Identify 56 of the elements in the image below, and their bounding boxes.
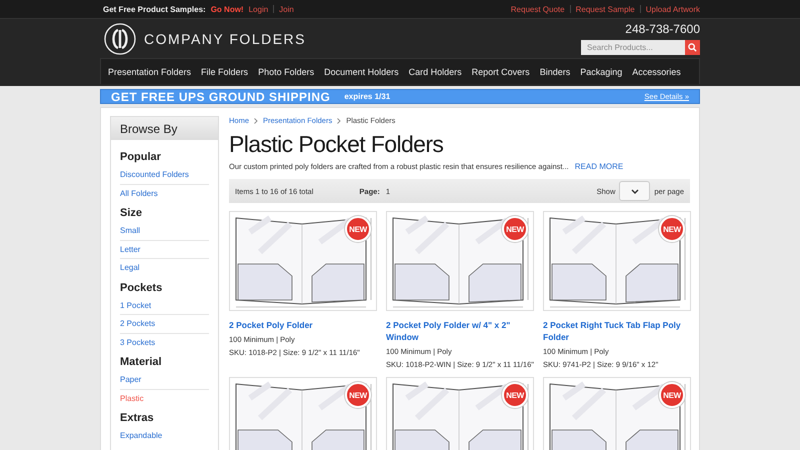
filter-link[interactable]: 2 Pockets <box>120 315 209 334</box>
per-page-dropdown[interactable] <box>619 181 650 201</box>
account-link[interactable]: Join <box>279 4 294 14</box>
filter-link[interactable]: Letter <box>120 240 209 259</box>
promo-text: Get Free Product Samples: <box>103 4 206 14</box>
nav-item[interactable]: Photo Folders <box>258 66 314 76</box>
nav-item[interactable]: Packaging <box>580 66 622 76</box>
filter-link[interactable]: Legal <box>120 259 209 276</box>
filter-link[interactable]: All Folders <box>120 184 209 202</box>
nav-item[interactable]: Report Covers <box>472 66 530 76</box>
top-link[interactable]: Request Quote <box>510 4 565 14</box>
filter-link[interactable]: Expandable <box>120 427 209 444</box>
page-title: Plastic Pocket Folders <box>229 131 444 158</box>
account-link[interactable]: Login <box>248 4 268 14</box>
product-image-frame[interactable]: NEW <box>386 211 534 311</box>
top-link[interactable]: Request Sample <box>576 4 635 14</box>
nav-item[interactable]: Card Holders <box>408 66 462 76</box>
filter-heading: Pockets <box>120 282 164 294</box>
top-link[interactable]: Upload Artwork <box>646 4 700 14</box>
filter-heading: Material <box>120 356 163 369</box>
read-more-link[interactable]: READ MORE <box>574 162 624 171</box>
banner-expiry: expires 1/31 <box>344 92 392 101</box>
search-field[interactable]: Search Products... <box>581 40 685 55</box>
chevron-icon <box>337 118 342 124</box>
filter-link[interactable]: Plastic <box>120 390 209 407</box>
logo-text[interactable]: COMPANY FOLDERS <box>144 30 306 46</box>
go-now-link[interactable]: Go Now! <box>210 4 244 14</box>
product-image-frame[interactable]: NEW <box>386 377 534 450</box>
nav-item[interactable]: Document Holders <box>324 66 399 76</box>
product-title-link[interactable]: 2 Pocket Poly Folder w/ 4" x 2" Window <box>386 319 534 343</box>
search-icon <box>688 43 697 52</box>
chevron-icon <box>254 118 258 124</box>
nav-item[interactable]: Presentation Folders <box>108 66 192 76</box>
sidebar-title: Browse By <box>111 116 218 140</box>
filter-heading: Size <box>120 207 144 220</box>
banner-headline: GET FREE UPS GROUND SHIPPING <box>111 90 330 104</box>
phone-number: 248-738-7600 <box>625 22 700 36</box>
product-image-frame[interactable]: NEW <box>229 377 377 450</box>
product-image-frame[interactable]: NEW <box>543 211 691 311</box>
logo-icon[interactable] <box>104 22 136 54</box>
filter-link[interactable]: Small <box>120 222 209 240</box>
product-image-frame[interactable]: NEW <box>229 211 377 311</box>
chevron-down-icon <box>630 188 639 194</box>
product-title-link[interactable]: 2 Pocket Poly Folder <box>229 319 377 331</box>
filter-link[interactable]: Paper <box>120 371 209 390</box>
nav-item[interactable]: Binders <box>540 66 570 76</box>
nav-item[interactable]: Accessories <box>632 66 681 76</box>
filter-heading: Popular <box>120 151 162 164</box>
filter-link[interactable]: 1 Pocket <box>120 296 209 315</box>
filter-link[interactable]: 3 Pockets <box>120 334 209 351</box>
filter-heading: Extras <box>120 412 155 425</box>
search-button[interactable] <box>685 40 700 55</box>
product-title-link[interactable]: 2 Pocket Right Tuck Tab Flap Poly Folder <box>543 319 691 343</box>
filter-link[interactable]: Discounted Folders <box>120 166 209 184</box>
nav-item[interactable]: File Folders <box>201 66 248 76</box>
product-image-frame[interactable]: NEW <box>543 377 691 450</box>
